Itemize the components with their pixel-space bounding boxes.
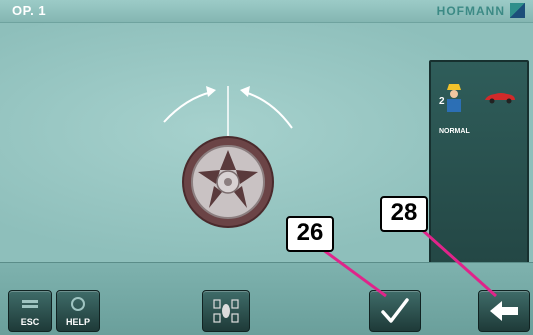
esc-label: ESC [20,317,40,327]
back-arrow-icon [490,301,518,321]
operation-title: OP. 1 [12,3,47,18]
wheel-position-button[interactable] [202,290,250,332]
back-button[interactable] [478,290,530,332]
checkmark-icon [381,298,409,323]
wheel-illustration [163,86,293,228]
help-label: HELP [65,317,90,327]
operator-icon: 2 [439,84,461,112]
help-button[interactable]: HELP [56,290,100,332]
operator-digit: 2 [439,96,445,107]
esc-icon [22,300,38,308]
esc-button[interactable]: ESC [8,290,52,332]
confirm-button[interactable] [369,290,421,332]
brand-logo-icon [510,3,525,18]
header-bar: OP. 1 HOFMANN [0,0,533,23]
brand-name: HOFMANN [436,4,505,18]
side-panel: 2 NORMAL [429,60,529,274]
car-icon [485,93,515,104]
wheel-icon [182,136,274,228]
rotate-arrows-icon [163,86,293,138]
wheel-position-icon [213,299,239,323]
mode-label: NORMAL [439,128,470,135]
help-icon [71,297,85,311]
callout-28: 28 [380,196,428,232]
callout-26: 26 [286,216,334,252]
